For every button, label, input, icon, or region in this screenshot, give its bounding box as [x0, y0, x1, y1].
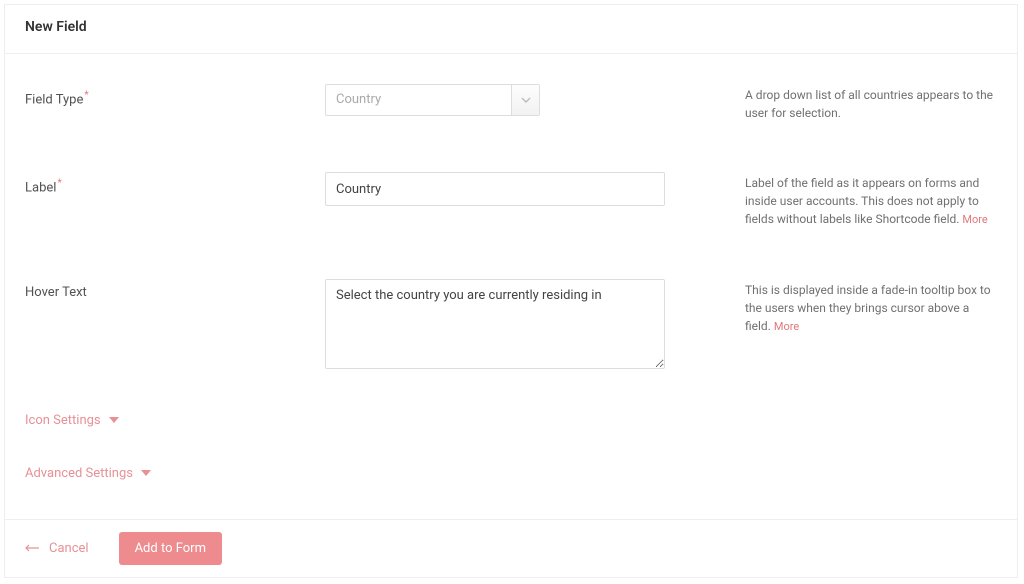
- panel-title: New Field: [25, 19, 997, 35]
- hover-text-input-col: [325, 279, 665, 373]
- field-type-help: A drop down list of all countries appear…: [665, 84, 997, 122]
- field-type-label: Field Type*: [25, 84, 325, 107]
- field-type-select[interactable]: Country: [325, 84, 540, 116]
- required-asterisk: *: [57, 178, 61, 189]
- icon-settings-label: Icon Settings: [25, 413, 101, 428]
- hover-text-input[interactable]: [325, 279, 665, 369]
- caret-down-icon: [109, 417, 119, 424]
- field-type-input-col: Country: [325, 84, 665, 116]
- panel-footer: Cancel Add to Form: [5, 519, 1017, 577]
- row-hover-text: Hover Text This is displayed inside a fa…: [25, 279, 997, 373]
- required-asterisk: *: [84, 90, 88, 101]
- label-label: Label*: [25, 172, 325, 195]
- hover-text-help: This is displayed inside a fade-in toolt…: [665, 279, 997, 336]
- panel-body: Field Type* Country A drop down list of …: [5, 54, 1017, 501]
- field-type-help-text: A drop down list of all countries appear…: [745, 88, 993, 120]
- hover-text-more-link[interactable]: More: [774, 320, 799, 333]
- add-to-form-button[interactable]: Add to Form: [119, 532, 222, 565]
- new-field-panel: New Field Field Type* Country A drop dow…: [4, 4, 1018, 578]
- caret-down-icon: [141, 470, 151, 477]
- advanced-settings-label: Advanced Settings: [25, 466, 133, 481]
- cancel-label: Cancel: [49, 541, 89, 556]
- row-label: Label* Label of the field as it appears …: [25, 172, 997, 229]
- arrow-left-icon: [25, 541, 39, 556]
- panel-header: New Field: [5, 5, 1017, 54]
- row-field-type: Field Type* Country A drop down list of …: [25, 84, 997, 122]
- label-help-text: Label of the field as it appears on form…: [745, 176, 979, 226]
- icon-settings-toggle[interactable]: Icon Settings: [25, 413, 997, 428]
- advanced-settings-toggle[interactable]: Advanced Settings: [25, 466, 997, 481]
- chevron-down-icon: [511, 85, 539, 115]
- field-type-select-value: Country: [326, 85, 511, 115]
- hover-text-label-text: Hover Text: [25, 285, 87, 300]
- label-input[interactable]: [325, 172, 665, 206]
- field-type-label-text: Field Type: [25, 92, 83, 107]
- label-help: Label of the field as it appears on form…: [665, 172, 997, 229]
- label-more-link[interactable]: More: [962, 213, 987, 226]
- hover-text-label: Hover Text: [25, 279, 325, 300]
- label-label-text: Label: [25, 180, 56, 195]
- label-input-col: [325, 172, 665, 206]
- cancel-button[interactable]: Cancel: [25, 541, 89, 556]
